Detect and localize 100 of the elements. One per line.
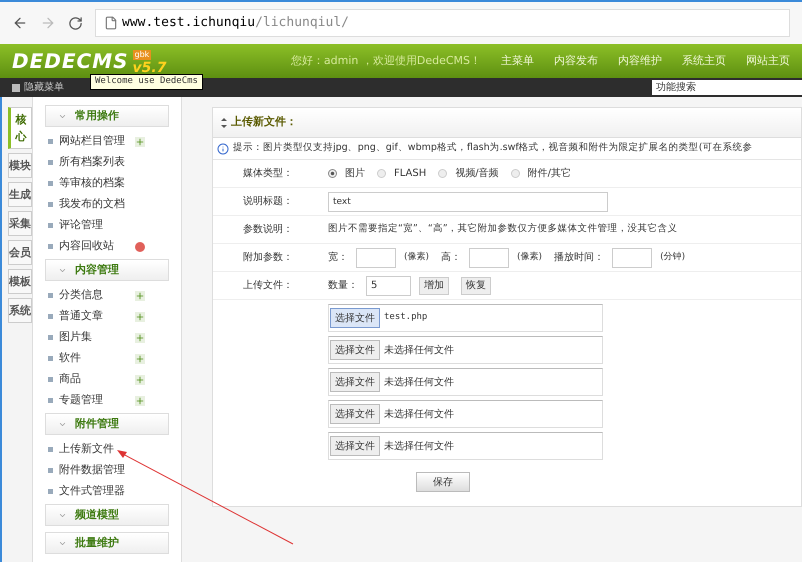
unit-label: (像素) — [404, 250, 430, 264]
menu-item-link[interactable]: 普通文章 — [59, 308, 135, 325]
add-icon[interactable] — [135, 396, 145, 406]
menu-item-link[interactable]: 评论管理 — [59, 217, 135, 234]
file-input[interactable]: 选择文件 未选择任何文件 — [328, 368, 603, 396]
menu-item-link[interactable]: 附件数据管理 — [59, 462, 135, 479]
back-icon[interactable] — [12, 15, 28, 31]
bullet-icon — [48, 202, 53, 207]
width-field[interactable] — [356, 248, 396, 268]
add-icon[interactable] — [135, 312, 145, 322]
file-input[interactable]: 选择文件 test.php — [328, 304, 603, 332]
radio-button[interactable] — [438, 169, 448, 178]
bullet-icon — [48, 314, 53, 319]
bullet-icon — [48, 160, 53, 165]
unit-label: (像素) — [517, 250, 542, 264]
version-label: v5.7 — [132, 60, 166, 76]
file-input[interactable]: 选择文件 未选择任何文件 — [328, 432, 603, 460]
menu-item-link[interactable]: 图片集 — [59, 329, 135, 346]
menu-group-header[interactable]: 批量维护 — [45, 532, 169, 554]
file-input[interactable]: 选择文件 未选择任何文件 — [328, 400, 603, 428]
add-icon[interactable] — [135, 332, 145, 342]
side-tab[interactable]: 模板 — [8, 269, 32, 294]
file-name: 未选择任何文件 — [384, 440, 454, 454]
menu-group-header[interactable]: 常用操作 — [45, 105, 169, 127]
file-name: 未选择任何文件 — [384, 376, 454, 390]
add-button[interactable]: 增加 — [419, 276, 449, 294]
forward-icon[interactable] — [40, 15, 56, 31]
menu-item-link[interactable]: 软件 — [59, 350, 135, 367]
add-icon[interactable] — [135, 136, 145, 146]
info-icon — [217, 142, 229, 154]
add-icon[interactable] — [135, 354, 145, 364]
address-bar[interactable]: www.test.ichunqiu/lichunqiul/ — [95, 9, 790, 37]
bullet-icon — [48, 139, 53, 144]
menu-group-header[interactable]: 频道模型 — [45, 504, 169, 526]
choose-file-button[interactable]: 选择文件 — [330, 372, 380, 392]
side-tab[interactable]: 生成 — [8, 182, 32, 207]
bullet-icon — [48, 398, 53, 403]
menu-item-link[interactable]: 网站栏目管理 — [59, 133, 135, 150]
count-label: 数量： — [328, 279, 358, 293]
side-tab[interactable]: 系统 — [8, 298, 32, 323]
duration-label: 播放时间： — [554, 250, 604, 265]
duration-field[interactable] — [612, 248, 652, 268]
file-name: 未选择任何文件 — [384, 408, 454, 422]
radio-label: 视频/音频 — [455, 166, 499, 181]
radio-button[interactable] — [377, 169, 386, 178]
count-field[interactable]: 5 — [366, 276, 411, 296]
bullet-icon — [48, 468, 53, 473]
hide-menu-link[interactable]: 隐藏菜单 — [24, 80, 64, 95]
field-label: 上传文件： — [242, 278, 294, 293]
menu-item-link[interactable]: 我发布的文档 — [59, 196, 135, 213]
menu-item-link[interactable]: 所有档案列表 — [59, 154, 135, 171]
reset-button[interactable]: 恢复 — [461, 276, 491, 294]
title-field[interactable]: text — [328, 192, 608, 212]
tooltip: Welcome use DedeCms — [90, 74, 203, 90]
menu-icon[interactable] — [12, 84, 20, 92]
add-icon[interactable] — [135, 374, 145, 384]
tip-text: 提示：图片类型仅支持jpg、png、gif、wbmp格式，flash为.swf格式，视音频和附件为限定扩展名的类型(可在系统参 — [233, 141, 752, 156]
choose-file-button[interactable]: 选择文件 — [330, 308, 380, 328]
radio-button[interactable] — [510, 169, 520, 178]
bullet-icon — [48, 181, 53, 186]
unit-label: (分钟) — [660, 250, 686, 264]
menu-item-link[interactable]: 专题管理 — [59, 392, 135, 409]
search-field[interactable]: 功能搜索 — [652, 80, 802, 95]
side-tab[interactable]: 采集 — [8, 211, 32, 236]
menu-item-link[interactable]: 上传新文件 — [59, 441, 135, 458]
bullet-icon — [48, 293, 53, 298]
file-input[interactable]: 选择文件 未选择任何文件 — [328, 336, 603, 364]
updown-icon — [221, 118, 227, 128]
side-tab[interactable]: 会员 — [8, 240, 32, 265]
menu-item-link[interactable]: 等审核的档案 — [59, 175, 135, 192]
menu-group-header[interactable]: 附件管理 — [45, 413, 169, 435]
bullet-icon — [48, 377, 53, 382]
bullet-icon — [48, 447, 53, 452]
radio-label: 附件/其它 — [528, 166, 572, 181]
save-button[interactable]: 保存 — [416, 472, 470, 492]
clear-icon[interactable] — [135, 242, 145, 252]
add-icon[interactable] — [135, 290, 145, 300]
menu-item-link[interactable]: 分类信息 — [59, 287, 135, 304]
param-description: 图片不需要指定“宽”、“高”，其它附加参数仅方便多媒体文件管理，没其它含义 — [328, 222, 678, 236]
menu-group-header[interactable]: 内容管理 — [45, 259, 169, 281]
menu-item-link[interactable]: 文件式管理器 — [59, 483, 135, 500]
url-text: www.test.ichunqiu/lichunqiul/ — [122, 14, 349, 32]
choose-file-button[interactable]: 选择文件 — [330, 340, 380, 360]
panel-title: 上传新文件： — [231, 114, 297, 130]
greeting-text: 您好：admin ，欢迎使用DedeCMS！ — [290, 52, 481, 69]
side-tab[interactable]: 模块 — [8, 153, 32, 178]
field-label: 附加参数： — [242, 250, 294, 265]
height-field[interactable] — [469, 248, 510, 268]
logo: DEDECMS — [12, 48, 129, 75]
bullet-icon — [48, 223, 53, 228]
choose-file-button[interactable]: 选择文件 — [330, 404, 380, 424]
field-label: 说明标题： — [242, 194, 294, 209]
side-tab[interactable]: 核心 — [8, 107, 32, 149]
menu-item-link[interactable]: 内容回收站 — [59, 238, 135, 255]
choose-file-button[interactable]: 选择文件 — [330, 436, 380, 456]
field-label: 媒体类型： — [242, 166, 294, 181]
radio-button[interactable] — [328, 169, 337, 178]
reload-icon[interactable] — [68, 16, 83, 30]
menu-item-link[interactable]: 商品 — [59, 371, 135, 388]
bullet-icon — [48, 335, 53, 340]
